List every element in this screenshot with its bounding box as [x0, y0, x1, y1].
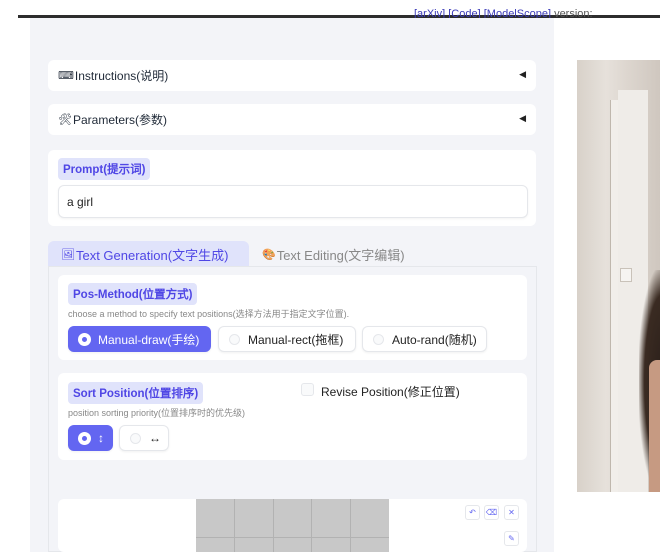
sort-position-description: position sorting priority(位置排序时的优先级) — [68, 408, 246, 418]
example-image — [577, 60, 660, 492]
radio-dot — [79, 333, 90, 345]
revise-position-label: Revise Position(修正位置) — [321, 385, 460, 399]
instructions-label: Instructions(说明) — [74, 69, 169, 83]
radio-dot — [79, 432, 90, 444]
revise-position-checkbox[interactable] — [301, 383, 314, 396]
prompt-input[interactable]: a girl — [58, 185, 528, 218]
sketch-canvas[interactable] — [196, 499, 389, 552]
palette-icon: 🎨 — [262, 249, 276, 261]
sort-position-label: Sort Position(位置排序) — [68, 382, 204, 404]
radio-sort-horizontal[interactable]: ↔ — [119, 425, 169, 451]
radio-manual-draw[interactable]: Manual-draw(手绘) — [68, 326, 211, 352]
radio-dot — [373, 333, 384, 345]
pos-method-label: Pos-Method(位置方式) — [68, 283, 198, 305]
tab-text-editing[interactable]: 🎨 Text Editing(文字编辑) — [262, 241, 405, 268]
grid-line — [273, 499, 274, 552]
version-text: version: — [554, 8, 593, 20]
radio-auto-rand[interactable]: Auto-rand(随机) — [362, 326, 487, 352]
radio-label: Auto-rand(随机) — [392, 332, 477, 347]
undo-icon[interactable]: ↶ — [465, 505, 480, 520]
grid-line — [350, 499, 351, 552]
collapse-arrow-icon[interactable]: ◀ — [519, 69, 526, 80]
radio-label: Manual-draw(手绘) — [98, 332, 200, 347]
pos-method-description: choose a method to specify text position… — [68, 309, 350, 319]
prompt-label: Prompt(提示词) — [58, 158, 151, 180]
image-person — [649, 360, 660, 492]
parameters-accordion[interactable]: 🛠 Parameters(参数) ◀ — [48, 104, 536, 135]
tab-label: Text Editing(文字编辑) — [276, 248, 405, 263]
radio-sort-vertical[interactable]: ↕ — [68, 425, 113, 451]
instructions-accordion[interactable]: ⌨ Instructions(说明) ◀ — [48, 60, 536, 91]
radio-label: Manual-rect(拖框) — [248, 332, 344, 347]
tab-text-generation[interactable]: 🖼 Text Generation(文字生成) — [48, 241, 249, 268]
grid-line — [311, 499, 312, 552]
grid-line — [234, 499, 235, 552]
parameters-label: Parameters(参数) — [72, 113, 167, 127]
joystick-icon: ⌨ — [58, 70, 74, 82]
collapse-arrow-icon[interactable]: ◀ — [519, 113, 526, 124]
brush-icon[interactable]: ✎ — [504, 531, 519, 546]
radio-dot — [130, 432, 141, 444]
radio-label: ↔ — [149, 431, 161, 445]
image-icon: 🖼 — [61, 249, 75, 261]
eraser-icon[interactable]: ⌫ — [484, 505, 499, 520]
grid-line — [196, 537, 389, 538]
radio-label: ↕ — [98, 431, 104, 445]
clear-icon[interactable]: ✕ — [504, 505, 519, 520]
radio-dot — [229, 333, 240, 345]
tools-icon: 🛠 — [58, 114, 72, 126]
tab-label: Text Generation(文字生成) — [75, 248, 229, 263]
radio-manual-rect[interactable]: Manual-rect(拖框) — [218, 326, 356, 352]
image-switch-plate — [620, 268, 632, 282]
image-door-frame — [610, 100, 618, 492]
